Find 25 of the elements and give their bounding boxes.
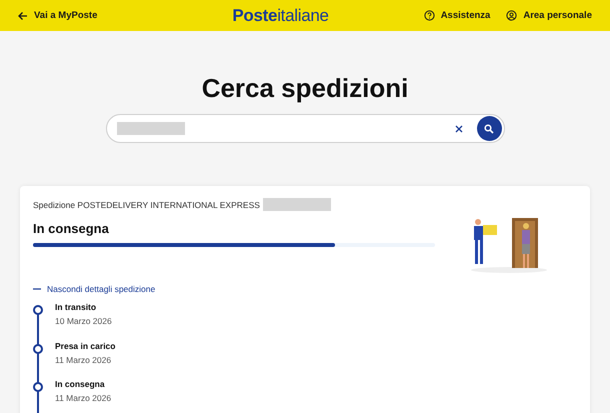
search-field[interactable]	[106, 114, 504, 143]
timeline-dot	[33, 344, 43, 354]
back-link[interactable]: Vai a MyPoste	[18, 10, 98, 21]
event-date: 11 Marzo 2026	[55, 354, 112, 364]
event-title: In transito	[55, 302, 98, 312]
logo: Posteitaliane	[232, 6, 329, 26]
close-icon	[454, 124, 462, 132]
details-toggle[interactable]: Nascondi dettagli spedizione	[33, 284, 577, 294]
search-icon	[484, 124, 494, 134]
page-title: Cerca spedizioni	[202, 73, 408, 104]
shipment-status: In consegna	[33, 221, 110, 236]
event-date: 11 Marzo 2026	[55, 393, 112, 403]
event-date: 10 Marzo 2026	[55, 316, 112, 326]
user-icon	[506, 10, 518, 21]
search-button[interactable]	[476, 116, 502, 141]
shipment-label: Spedizione POSTEDELIVERY INTERNATIONAL EXPRESS	[33, 200, 260, 210]
help-icon	[424, 10, 435, 21]
event-title: Presa in carico	[55, 340, 116, 350]
event-title: In consegna	[55, 379, 106, 389]
timeline-dot	[33, 382, 43, 392]
redacted-tracking-number	[262, 198, 331, 211]
arrow-left-icon	[18, 10, 28, 20]
account-link[interactable]: Area personale	[506, 10, 592, 21]
help-link[interactable]: Assistenza	[424, 10, 490, 21]
timeline-dot	[33, 305, 43, 315]
